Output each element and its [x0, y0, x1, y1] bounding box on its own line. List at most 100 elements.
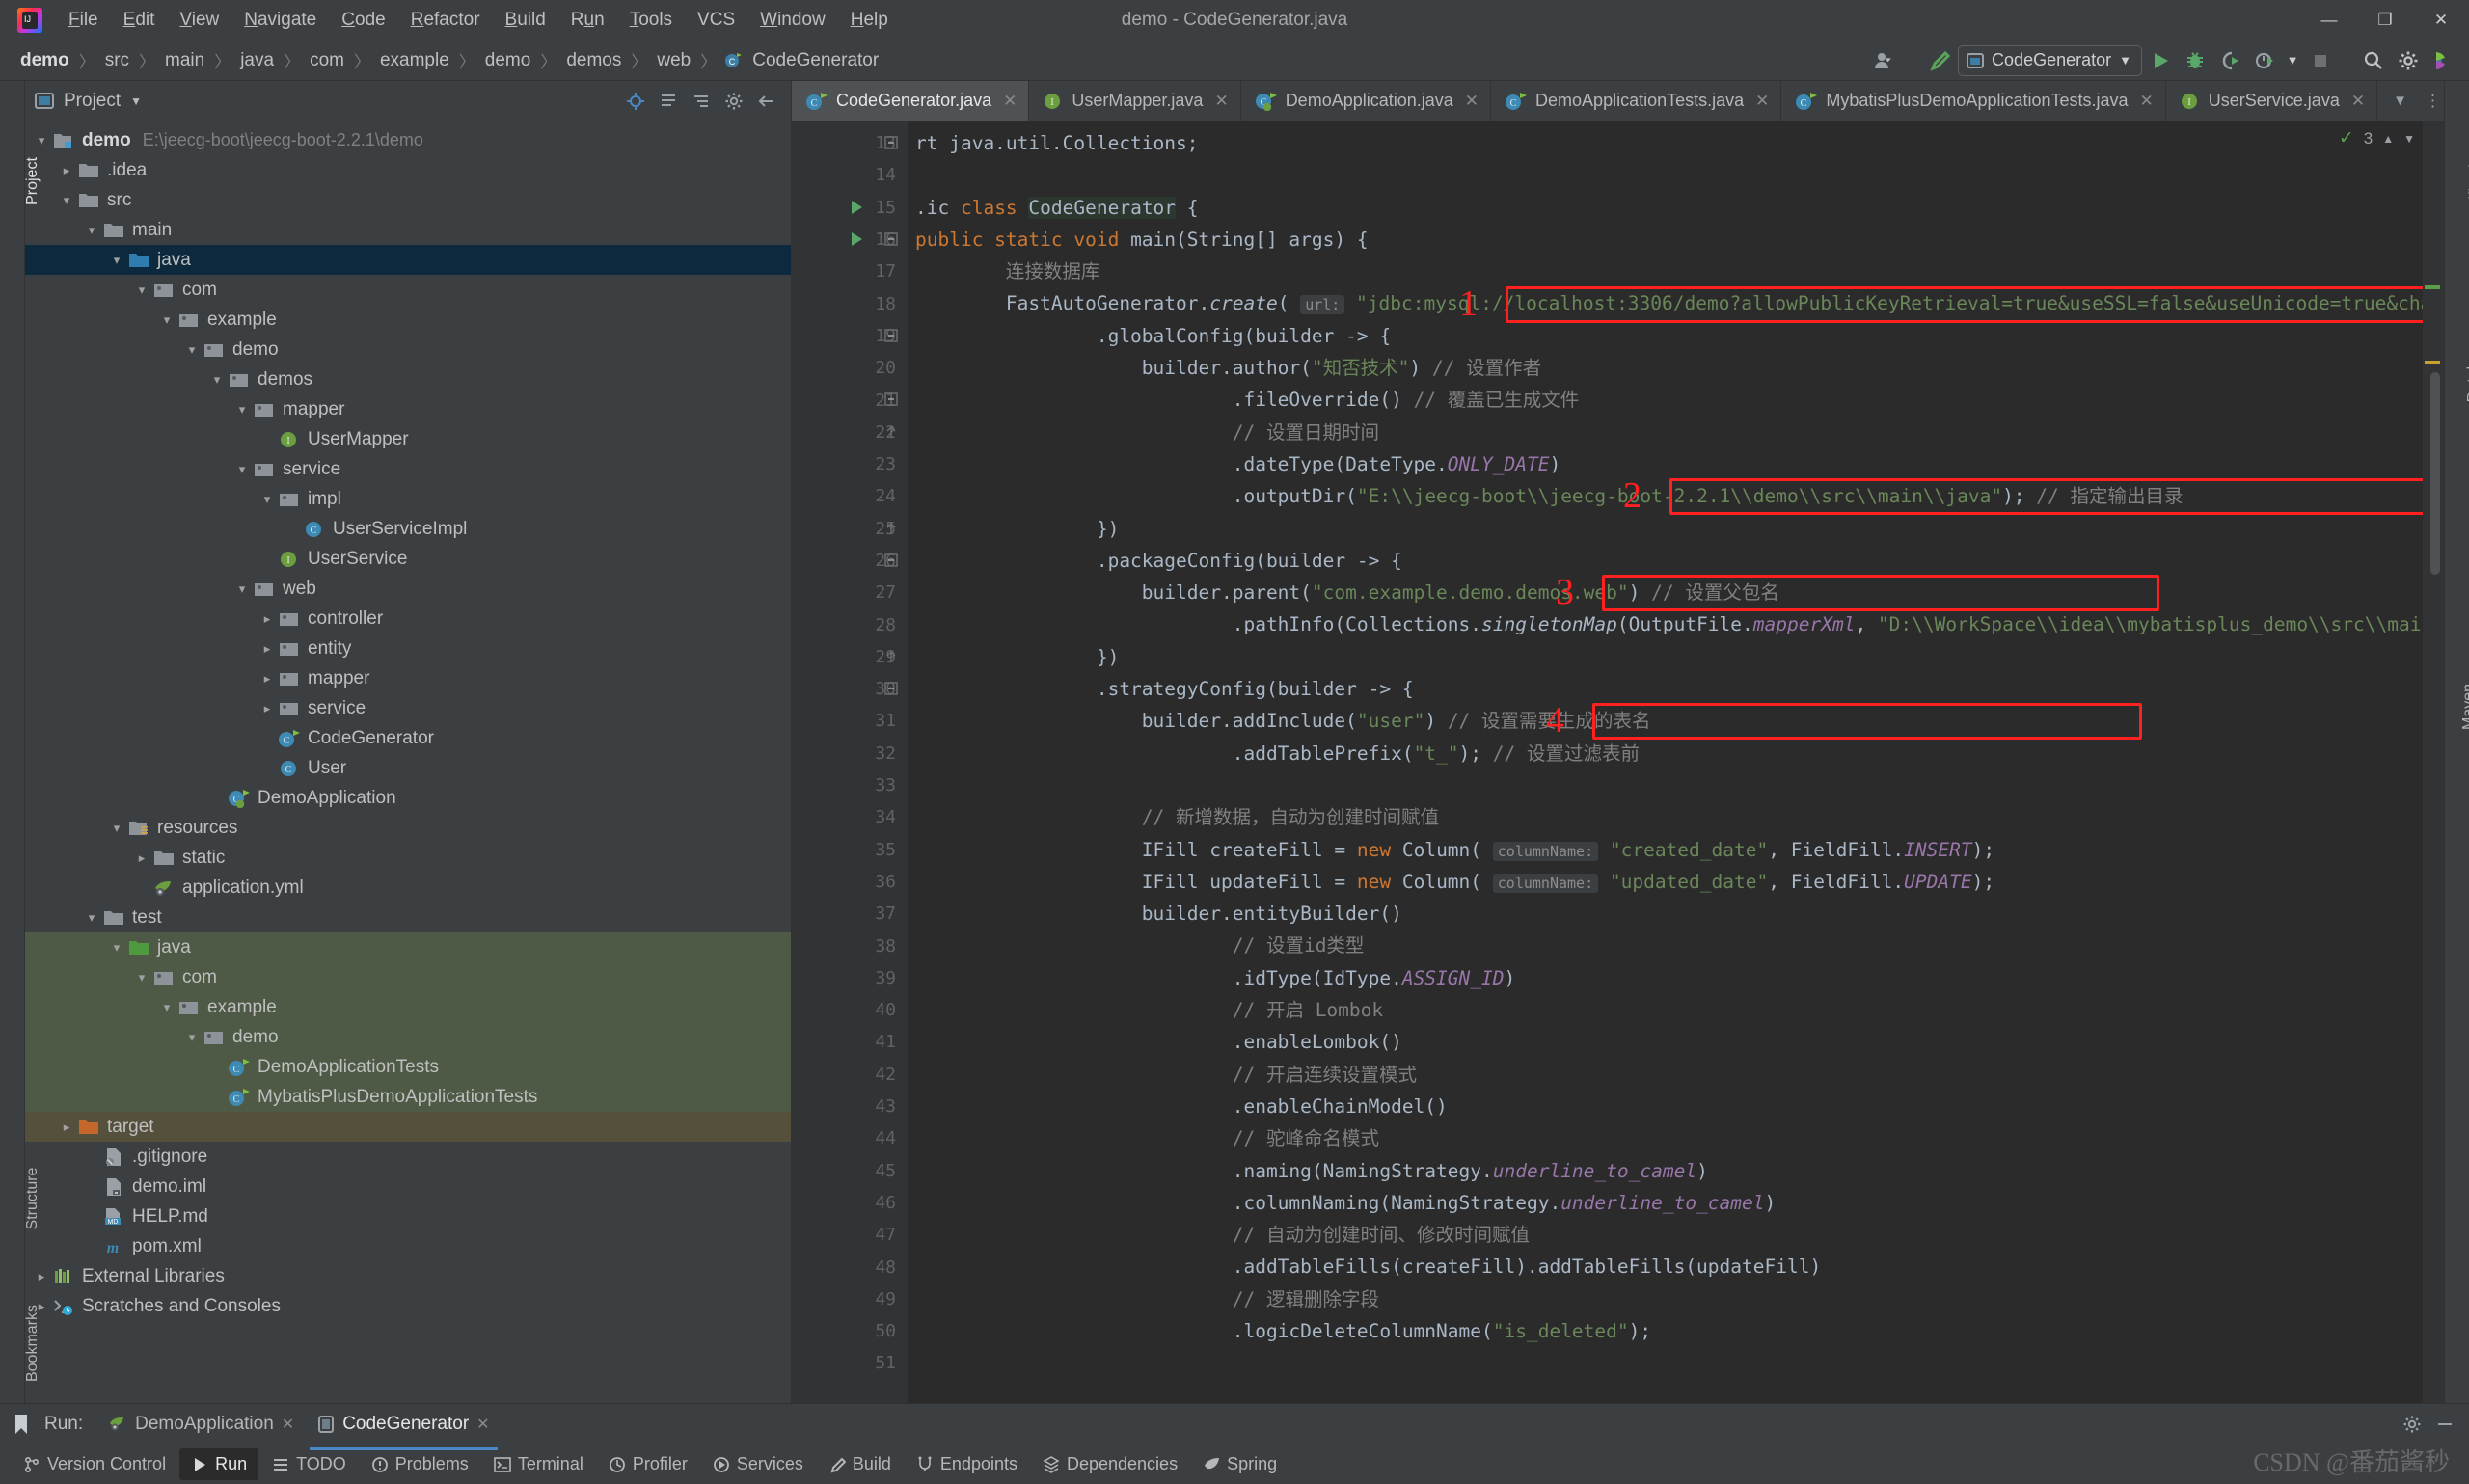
- code-line-43[interactable]: .enableChainModel(): [908, 1091, 2423, 1122]
- profiler-icon[interactable]: [2248, 45, 2281, 76]
- tree-node-controller[interactable]: ▸ controller: [25, 604, 791, 634]
- chevron-right-icon[interactable]: ▸: [257, 638, 278, 660]
- chevron-right-icon[interactable]: ▸: [56, 160, 77, 181]
- editor-tab-usermapper-java[interactable]: I UserMapper.java ✕: [1029, 81, 1241, 121]
- gutter-line-14[interactable]: 14: [792, 159, 908, 191]
- chevron-down-icon[interactable]: ▾: [156, 997, 177, 1018]
- gutter-line-41[interactable]: 41: [792, 1026, 908, 1058]
- chevron-down-icon[interactable]: ▾: [81, 220, 102, 241]
- tool-tab-todo[interactable]: TODO: [260, 1448, 358, 1480]
- tree-node-demo-iml[interactable]: demo.iml: [25, 1172, 791, 1201]
- tree-node-external-libraries[interactable]: ▸ External Libraries: [25, 1261, 791, 1291]
- sidebar-item-project[interactable]: Project: [24, 128, 41, 234]
- gutter-line-23[interactable]: 23: [792, 448, 908, 480]
- tree-node-com[interactable]: ▾ com: [25, 962, 791, 992]
- gutter-line-34[interactable]: 34: [792, 801, 908, 833]
- code-line-47[interactable]: // 自动为创建时间、修改时间赋值: [908, 1219, 2423, 1251]
- code-line-28[interactable]: .pathInfo(Collections.singletonMap(Outpu…: [908, 608, 2423, 640]
- close-icon[interactable]: ✕: [2140, 92, 2154, 111]
- code-line-33[interactable]: [908, 769, 2423, 801]
- code-fold-icon[interactable]: [884, 136, 898, 149]
- chevron-down-icon[interactable]: ▾: [181, 1027, 203, 1048]
- gutter-run-icon[interactable]: [848, 199, 865, 216]
- run-panel-settings-icon[interactable]: [2398, 1411, 2427, 1438]
- code-line-38[interactable]: // 设置id类型: [908, 930, 2423, 961]
- close-icon[interactable]: ✕: [1755, 92, 1769, 111]
- chevron-down-icon[interactable]: ▼: [2283, 45, 2302, 76]
- gutter-line-35[interactable]: 35: [792, 834, 908, 866]
- close-icon[interactable]: ✕: [2351, 92, 2365, 111]
- sidebar-item-structure[interactable]: Structure: [24, 1146, 41, 1252]
- inspection-status[interactable]: ✓ 3 ▲ ▼: [2339, 127, 2415, 149]
- run-tab-demoapplication[interactable]: DemoApplication ✕: [96, 1406, 306, 1443]
- run-tab-codegenerator[interactable]: CodeGenerator ✕: [306, 1406, 501, 1450]
- locate-file-icon[interactable]: [621, 88, 650, 115]
- code-line-48[interactable]: .addTableFills(createFill).addTableFills…: [908, 1251, 2423, 1282]
- code-line-27[interactable]: builder.parent("com.example.demo.demos.w…: [908, 577, 2423, 608]
- maximize-button[interactable]: ❐: [2357, 0, 2413, 40]
- tree-node-userserviceimpl[interactable]: C UserServiceImpl: [25, 514, 791, 544]
- code-line-20[interactable]: builder.author("知否技术") // 设置作者: [908, 352, 2423, 384]
- chevron-right-icon[interactable]: ▸: [257, 608, 278, 630]
- tree-node-scratches-and-consoles[interactable]: ▸ Scratches and Consoles: [25, 1291, 791, 1321]
- tree-node-java[interactable]: ▾ java: [25, 932, 791, 962]
- tree-node-demoapplicationtests[interactable]: C DemoApplicationTests: [25, 1052, 791, 1082]
- code-line-14[interactable]: [908, 159, 2423, 191]
- collapse-all-icon[interactable]: [687, 88, 716, 115]
- gutter-line-50[interactable]: 50: [792, 1315, 908, 1347]
- run-with-coverage-icon[interactable]: [2213, 45, 2246, 76]
- gutter-line-46[interactable]: 46: [792, 1187, 908, 1219]
- chevron-right-icon[interactable]: ▸: [257, 698, 278, 719]
- breadcrumb-item-com[interactable]: com: [307, 48, 347, 73]
- tree-node--idea[interactable]: ▸ .idea: [25, 155, 791, 185]
- breadcrumb-item-web[interactable]: web: [654, 48, 693, 73]
- chevron-down-icon[interactable]: ▾: [231, 459, 253, 480]
- menu-navigate[interactable]: Navigate: [231, 5, 329, 36]
- menu-edit[interactable]: Edit: [111, 5, 168, 36]
- code-line-46[interactable]: .columnNaming(NamingStrategy.underline_t…: [908, 1187, 2423, 1219]
- code-line-26[interactable]: .packageConfig(builder -> {: [908, 545, 2423, 577]
- gutter-line-49[interactable]: 49: [792, 1283, 908, 1315]
- code-fold-icon[interactable]: [884, 329, 898, 342]
- tree-node-demoapplication[interactable]: C DemoApplication: [25, 783, 791, 813]
- chevron-down-icon[interactable]: ▾: [106, 250, 127, 271]
- chevron-up-icon[interactable]: ▲: [2382, 132, 2394, 146]
- tree-node-resources[interactable]: ▾ resources: [25, 813, 791, 843]
- inspection-scrollbar[interactable]: [2423, 121, 2444, 1403]
- tree-node-demo[interactable]: ▾ demo: [25, 1022, 791, 1052]
- gutter-line-17[interactable]: 17: [792, 256, 908, 287]
- code-fold-icon[interactable]: [884, 553, 898, 567]
- gutter-line-18[interactable]: 18: [792, 287, 908, 319]
- tree-node-test[interactable]: ▾ test: [25, 903, 791, 932]
- gutter-line-45[interactable]: 45: [792, 1155, 908, 1187]
- ide-assistant-icon[interactable]: [2427, 45, 2459, 76]
- menu-window[interactable]: Window: [747, 5, 838, 36]
- tree-node-impl[interactable]: ▾ impl: [25, 484, 791, 514]
- chevron-down-icon[interactable]: ▾: [131, 280, 152, 301]
- run-icon[interactable]: [2144, 45, 2177, 76]
- breadcrumb-item-demo[interactable]: demo: [482, 48, 534, 73]
- tool-tab-version-control[interactable]: Version Control: [12, 1448, 177, 1480]
- chevron-down-icon[interactable]: ▾: [257, 489, 278, 510]
- tool-tab-services[interactable]: Services: [701, 1448, 815, 1480]
- gutter-line-32[interactable]: 32: [792, 738, 908, 769]
- more-options-icon[interactable]: ⋮: [2417, 92, 2444, 111]
- code-content[interactable]: rt java.util.Collections; .ic class Code…: [908, 121, 2423, 1403]
- menu-help[interactable]: Help: [838, 5, 901, 36]
- tree-node-demos[interactable]: ▾ demos: [25, 364, 791, 394]
- sidebar-item-maven[interactable]: Maven: [2460, 659, 2469, 755]
- close-icon[interactable]: ✕: [282, 1415, 294, 1434]
- code-line-39[interactable]: .idType(IdType.ASSIGN_ID): [908, 962, 2423, 994]
- code-line-15[interactable]: .ic class CodeGenerator {: [908, 192, 2423, 224]
- code-line-22[interactable]: // 设置日期时间: [908, 417, 2423, 448]
- tree-node--gitignore[interactable]: .gitignore: [25, 1142, 791, 1172]
- gutter-line-38[interactable]: 38: [792, 930, 908, 961]
- gutter-line-36[interactable]: 36: [792, 866, 908, 898]
- code-line-34[interactable]: // 新增数据，自动为创建时间赋值: [908, 801, 2423, 833]
- search-everywhere-icon[interactable]: [2357, 45, 2390, 76]
- breadcrumb-item-demo[interactable]: demo: [17, 48, 72, 73]
- chevron-down-icon[interactable]: ▾: [181, 339, 203, 361]
- menu-build[interactable]: Build: [493, 5, 558, 36]
- sidebar-item-database[interactable]: Database: [2465, 311, 2469, 427]
- gutter-line-24[interactable]: 24: [792, 480, 908, 512]
